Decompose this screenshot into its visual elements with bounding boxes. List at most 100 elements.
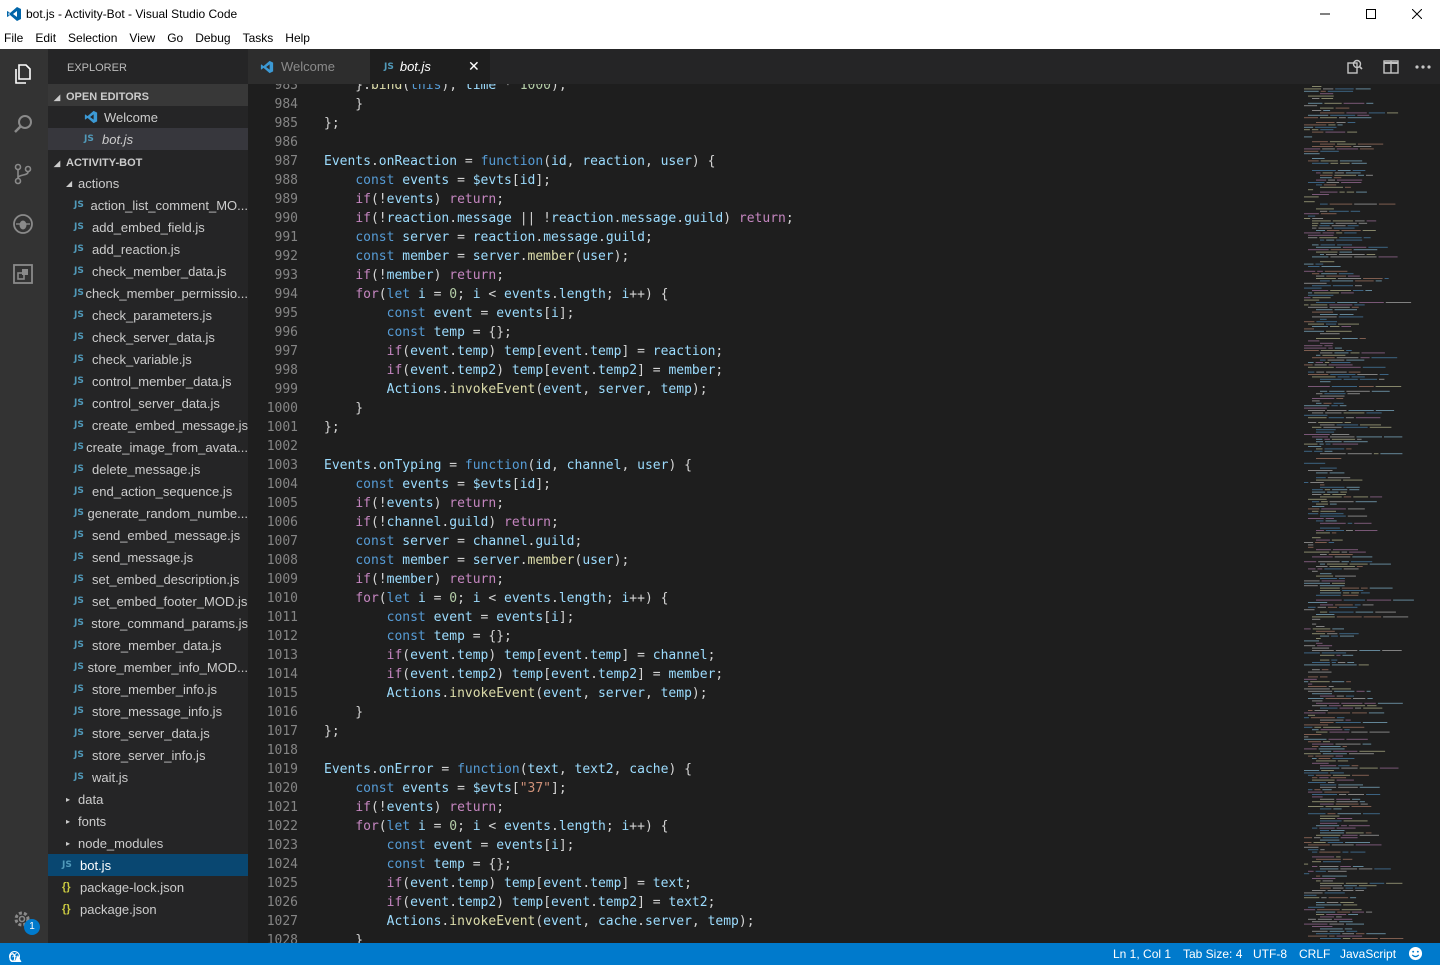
file-item[interactable]: {} package.json bbox=[48, 898, 248, 920]
file-item[interactable]: JS check_server_data.js bbox=[48, 326, 248, 348]
file-item[interactable]: JS set_embed_footer_MOD.js bbox=[48, 590, 248, 612]
file-item[interactable]: JS store_member_info.js bbox=[48, 678, 248, 700]
file-item[interactable]: JS store_command_params.js bbox=[48, 612, 248, 634]
menu-edit[interactable]: Edit bbox=[35, 28, 62, 49]
line-number: 1013 bbox=[266, 648, 298, 663]
code-line: 985}; bbox=[248, 114, 1300, 133]
file-item[interactable]: JS generate_random_numbe... bbox=[48, 502, 248, 524]
menu-go[interactable]: Go bbox=[167, 28, 189, 49]
chevron-right-icon: ▸ bbox=[66, 794, 71, 804]
js-file-icon: JS bbox=[74, 662, 84, 672]
js-file-icon: JS bbox=[74, 310, 84, 320]
line-text: Actions.invokeEvent(event, cache.server,… bbox=[386, 914, 755, 929]
code-editor[interactable]: 983 }.bind(this), time * 1000); 984 } 985}… bbox=[248, 84, 1300, 943]
code-line: 1010 for(let i = 0; i < events.length; i… bbox=[248, 589, 1300, 608]
close-tab-icon[interactable]: ✕ bbox=[468, 58, 480, 75]
tab-size-indicator[interactable]: Tab Size: 4 bbox=[1183, 947, 1242, 961]
file-item[interactable]: JS store_member_info_MOD... bbox=[48, 656, 248, 678]
open-editors-section[interactable]: ◢ OPEN EDITORS bbox=[48, 84, 248, 106]
line-text: Actions.invokeEvent(event, server, temp)… bbox=[386, 686, 708, 701]
file-item[interactable]: JS check_member_permissio... bbox=[48, 282, 248, 304]
file-item[interactable]: JS action_list_comment_MO... bbox=[48, 194, 248, 216]
line-text: if(!events) return; bbox=[355, 192, 505, 207]
menu-view[interactable]: View bbox=[129, 28, 161, 49]
js-file-icon: JS bbox=[74, 486, 84, 496]
editor-tabs: Welcome JS bot.js ✕ bbox=[248, 49, 1440, 84]
code-line: 1014 if(event.temp2) temp[event.temp2] =… bbox=[248, 665, 1300, 684]
menu-help[interactable]: Help bbox=[285, 28, 316, 49]
file-item[interactable]: JS end_action_sequence.js bbox=[48, 480, 248, 502]
more-actions-button[interactable] bbox=[1414, 58, 1432, 81]
minimize-button[interactable] bbox=[1302, 0, 1348, 28]
line-text: } bbox=[324, 401, 364, 416]
file-item[interactable]: JS control_member_data.js bbox=[48, 370, 248, 392]
file-item[interactable]: JS create_embed_message.js bbox=[48, 414, 248, 436]
file-item[interactable]: JS send_message.js bbox=[48, 546, 248, 568]
file-item[interactable]: JS check_parameters.js bbox=[48, 304, 248, 326]
file-item[interactable]: JS store_server_data.js bbox=[48, 722, 248, 744]
line-number: 1008 bbox=[266, 553, 298, 568]
project-section[interactable]: ◢ ACTIVITY-BOT bbox=[48, 150, 248, 172]
file-item[interactable]: JS control_server_data.js bbox=[48, 392, 248, 414]
file-item[interactable]: JS check_member_data.js bbox=[48, 260, 248, 282]
file-item[interactable]: JS store_server_info.js bbox=[48, 744, 248, 766]
folder-item[interactable]: ◢ actions bbox=[48, 172, 248, 194]
source-control-activity-button[interactable] bbox=[8, 159, 38, 189]
line-text: const temp = {}; bbox=[386, 857, 512, 872]
line-number: 1027 bbox=[266, 914, 298, 929]
minimap[interactable] bbox=[1300, 84, 1440, 943]
extensions-activity-button[interactable] bbox=[8, 259, 38, 289]
line-text: const temp = {}; bbox=[386, 629, 512, 644]
open-editor-welcome[interactable]: Welcome bbox=[48, 106, 248, 128]
code-line: 1002 bbox=[248, 437, 1300, 456]
line-text: } bbox=[324, 933, 364, 943]
search-activity-button[interactable] bbox=[8, 109, 38, 139]
encoding-indicator[interactable]: UTF-8 bbox=[1253, 947, 1287, 961]
file-item[interactable]: JS create_image_from_avata... bbox=[48, 436, 248, 458]
folder-item[interactable]: ▸ node_modules bbox=[48, 832, 248, 854]
language-mode[interactable]: JavaScript bbox=[1340, 947, 1396, 961]
open-editor-bot-js[interactable]: JS bot.js bbox=[48, 128, 248, 150]
file-item[interactable]: JS check_variable.js bbox=[48, 348, 248, 370]
open-changes-button[interactable] bbox=[1346, 58, 1364, 81]
file-item[interactable]: JS bot.js bbox=[48, 854, 248, 876]
line-number: 1021 bbox=[266, 800, 298, 815]
file-item[interactable]: JS send_embed_message.js bbox=[48, 524, 248, 546]
line-number: 1004 bbox=[266, 477, 298, 492]
folder-item[interactable]: ▸ data bbox=[48, 788, 248, 810]
folder-item[interactable]: ▸ fonts bbox=[48, 810, 248, 832]
split-editor-button[interactable] bbox=[1382, 58, 1400, 81]
cursor-position[interactable]: Ln 1, Col 1 bbox=[1113, 947, 1171, 961]
file-item[interactable]: JS add_reaction.js bbox=[48, 238, 248, 260]
feedback-button[interactable] bbox=[1408, 946, 1423, 964]
close-window-button[interactable] bbox=[1394, 0, 1440, 28]
menu-tasks[interactable]: Tasks bbox=[243, 28, 280, 49]
menu-debug[interactable]: Debug bbox=[195, 28, 236, 49]
eol-indicator[interactable]: CRLF bbox=[1299, 947, 1330, 961]
tab-bot-js[interactable]: JS bot.js ✕ bbox=[370, 49, 490, 84]
file-item[interactable]: JS add_embed_field.js bbox=[48, 216, 248, 238]
file-item[interactable]: JS store_message_info.js bbox=[48, 700, 248, 722]
line-text: const events = $evts[id]; bbox=[355, 173, 552, 188]
maximize-button[interactable] bbox=[1348, 0, 1394, 28]
debug-activity-button[interactable] bbox=[8, 209, 38, 239]
file-item[interactable]: JS store_member_data.js bbox=[48, 634, 248, 656]
line-text: if(event.temp) temp[event.temp] = reacti… bbox=[386, 344, 724, 359]
file-item[interactable]: {} package-lock.json bbox=[48, 876, 248, 898]
file-item[interactable]: JS wait.js bbox=[48, 766, 248, 788]
explorer-activity-button[interactable] bbox=[8, 59, 38, 89]
js-icon: JS bbox=[84, 134, 94, 144]
manage-settings-button[interactable]: 1 bbox=[8, 905, 40, 935]
minimap-preview bbox=[1304, 86, 1414, 939]
line-text bbox=[298, 741, 324, 760]
menu-file[interactable]: File bbox=[4, 28, 29, 49]
line-number: 986 bbox=[274, 135, 298, 150]
tree-item-label: create_image_from_avata... bbox=[86, 439, 248, 455]
file-item[interactable]: JS set_embed_description.js bbox=[48, 568, 248, 590]
line-number: 984 bbox=[274, 97, 298, 112]
file-item[interactable]: JS delete_message.js bbox=[48, 458, 248, 480]
menu-selection[interactable]: Selection bbox=[68, 28, 123, 49]
line-number: 1016 bbox=[266, 705, 298, 720]
tab-welcome[interactable]: Welcome bbox=[248, 49, 370, 84]
code-line: 1004 const events = $evts[id]; bbox=[248, 475, 1300, 494]
